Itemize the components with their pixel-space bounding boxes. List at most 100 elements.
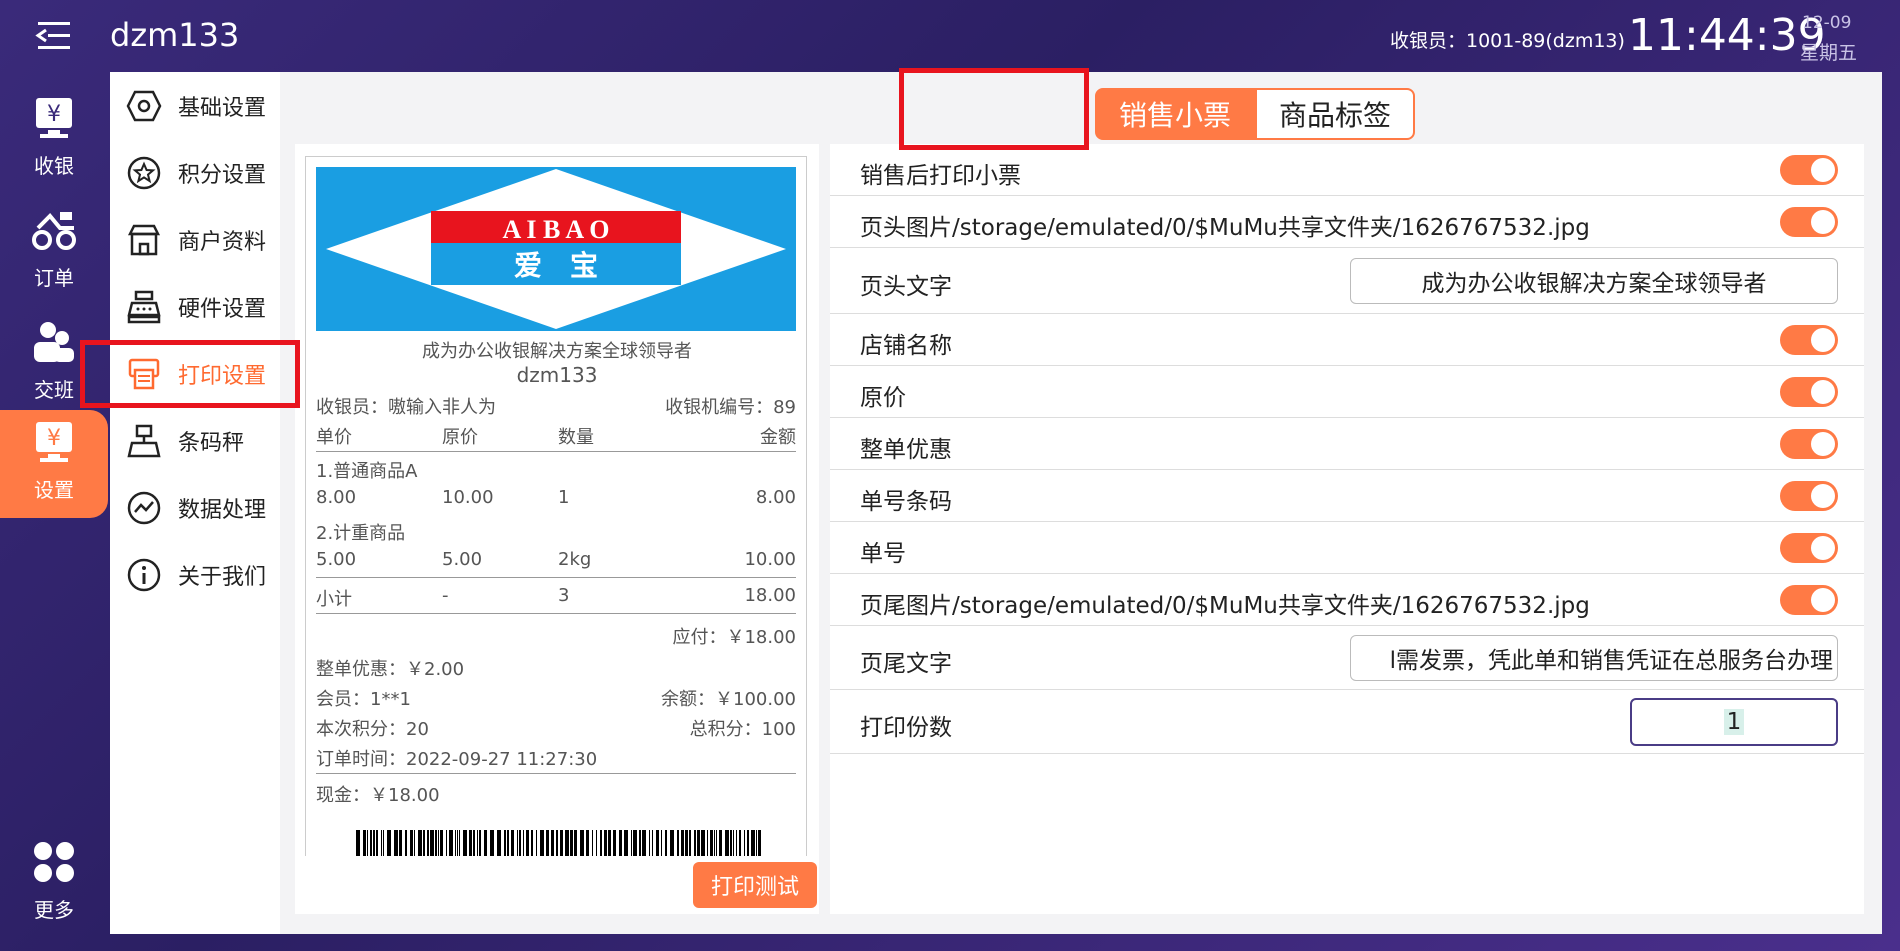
barcode-bar (719, 830, 722, 856)
cash-register-icon: ¥ (36, 98, 72, 138)
footer-text-input[interactable]: l需发票，凭此单和销售凭证在总服务台办理 (1350, 635, 1838, 681)
barcode-bar (633, 830, 637, 856)
settings-menu-data[interactable]: 数据处理 (110, 478, 280, 538)
toggle-order-discount[interactable] (1780, 429, 1838, 459)
barcode-bar (596, 830, 597, 856)
nav-item-shift[interactable]: 交班 (0, 310, 108, 420)
barcode-bar (560, 830, 563, 856)
barcode-bar (405, 830, 407, 856)
more-icon (34, 842, 74, 882)
toggle-store-name[interactable] (1780, 325, 1838, 355)
chart-line-icon (127, 491, 161, 525)
nav-item-cashier[interactable]: ¥ 收银 (0, 86, 108, 196)
barcode-bar (747, 830, 749, 856)
toggle-order-no[interactable] (1780, 533, 1838, 563)
toggle-original-price[interactable] (1780, 377, 1838, 407)
receipt-subtotal-label: 小计 (316, 589, 352, 610)
settings-menu-merchant[interactable]: 商户资料 (110, 210, 280, 270)
barcode-bar (580, 830, 584, 856)
barcode-bar (523, 830, 524, 856)
shift-icon (34, 322, 74, 362)
barcode-bar (600, 830, 602, 856)
top-bar: dzm133 收银员：1001-89(dzm13) 11:44:39 12-09… (0, 0, 1900, 72)
toggle-print-after-sale[interactable] (1780, 155, 1838, 185)
settings-menu: 基础设置 积分设置 商户资料 硬件设置 打印设置 条码秤 数据处理 关于我们 (110, 72, 280, 934)
barcode-bar (540, 830, 544, 856)
barcode-bar (446, 830, 447, 856)
barcode-bar (517, 830, 518, 856)
barcode-bar (463, 830, 467, 856)
cash-register-hardware-icon (127, 290, 161, 324)
barcode-bar (642, 830, 646, 856)
barcode-bar (656, 830, 659, 856)
barcode-bar (473, 830, 475, 856)
barcode-bar (739, 830, 741, 856)
barcode-bar (394, 830, 398, 856)
print-test-button[interactable]: 打印测试 (693, 862, 817, 908)
receipt-logo: A I B A O 爱 宝 (316, 167, 796, 331)
receipt-preview-panel: A I B A O 爱 宝 成为办公收银解决方案全球领导者 dzm133 收银员… (295, 144, 819, 914)
barcode-bar (356, 830, 360, 856)
receipt-header-orig: 原价 (442, 427, 478, 448)
barcode-bar (399, 830, 402, 856)
barcode-bar (624, 830, 628, 856)
barcode-bar (370, 830, 372, 856)
barcode-bar (546, 830, 549, 856)
toggle-order-barcode[interactable] (1780, 481, 1838, 511)
setting-row-original-price: 原价 (830, 366, 1864, 418)
menu-icon[interactable] (34, 18, 74, 54)
setting-row-footer-image: 页尾图片/storage/emulated/0/$MuMu共享文件夹/16267… (830, 574, 1864, 626)
nav-item-orders[interactable]: 订单 (0, 198, 108, 308)
tab-sales-receipt[interactable]: 销售小票 (1095, 88, 1256, 140)
settings-menu-points[interactable]: 积分设置 (110, 143, 280, 203)
barcode-bar (570, 830, 573, 856)
barcode-bar (477, 830, 478, 856)
barcode-bar (381, 830, 382, 856)
barcode-bar (430, 830, 434, 856)
settings-menu-hardware[interactable]: 硬件设置 (110, 277, 280, 337)
barcode-bar (592, 830, 593, 856)
barcode-bar (586, 830, 589, 856)
barcode-bar (363, 830, 366, 856)
settings-menu-barcode-scale[interactable]: 条码秤 (110, 411, 280, 471)
svg-text:¥: ¥ (47, 102, 61, 127)
toggle-header-image[interactable] (1780, 207, 1838, 237)
barcode-bar (756, 830, 757, 856)
barcode-bar (681, 830, 684, 856)
nav-item-more[interactable]: 更多 (0, 830, 108, 940)
barcode-bar (438, 830, 439, 856)
receipt-total-points: 总积分：100 (689, 719, 796, 740)
setting-row-copies: 打印份数 1 (830, 690, 1864, 754)
barcode-bar (707, 830, 708, 856)
receipt-balance: 余额：￥100.00 (661, 689, 796, 710)
barcode-bar (574, 830, 577, 856)
barcode-bar (665, 830, 667, 856)
tab-product-label[interactable]: 商品标签 (1255, 88, 1416, 140)
barcode-bar (376, 830, 378, 856)
barcode-bar (725, 830, 729, 856)
barcode-bar (551, 830, 554, 856)
barcode-bar (414, 830, 415, 856)
nav-item-settings[interactable]: ¥ 设置 (0, 410, 108, 518)
barcode-bar (479, 830, 481, 856)
settings-menu-about[interactable]: 关于我们 (110, 545, 280, 605)
barcode-bar (758, 830, 761, 856)
barcode-bar (744, 830, 745, 856)
barcode-bar (536, 830, 537, 856)
hexagon-settings-icon (126, 90, 162, 122)
settings-menu-print[interactable]: 打印设置 (110, 344, 280, 404)
barcode-bar (733, 830, 734, 856)
barcode-bar (697, 830, 700, 856)
barcode-bar (677, 830, 679, 856)
logo-text-cn: 爱 宝 (514, 249, 598, 282)
barcode-bar (373, 830, 375, 856)
settings-menu-basic[interactable]: 基础设置 (110, 76, 280, 136)
barcode-bar (604, 830, 607, 856)
toggle-footer-image[interactable] (1780, 585, 1838, 615)
print-copies-input[interactable]: 1 (1630, 698, 1838, 746)
header-text-input[interactable]: 成为办公收银解决方案全球领导者 (1350, 258, 1838, 304)
receipt-item-name: 1.普通商品A (316, 461, 418, 482)
barcode-bar (751, 830, 755, 856)
setting-row-print-after-sale: 销售后打印小票 (830, 144, 1864, 196)
cashier-info: 收银员：1001-89(dzm13) (1390, 30, 1625, 52)
